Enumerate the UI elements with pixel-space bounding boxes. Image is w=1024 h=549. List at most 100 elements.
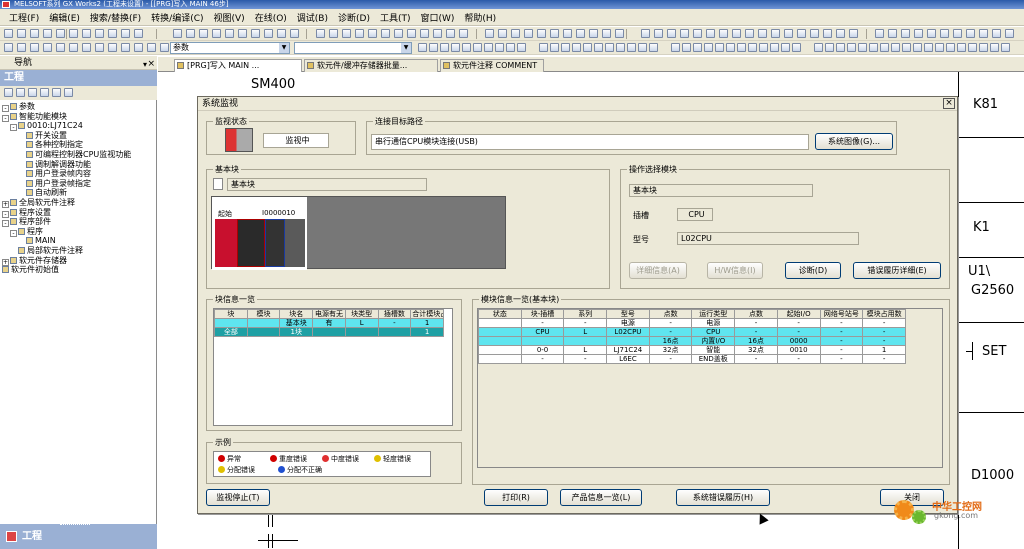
toolbar-button-icon[interactable] [858, 43, 867, 52]
toolbar-button-icon[interactable] [485, 29, 494, 38]
hw-info-button[interactable]: H/W信息(I) [707, 262, 763, 279]
toolbar-button-icon[interactable] [108, 29, 117, 38]
diagnostics-button[interactable]: 诊断(D) [785, 262, 841, 279]
toolbar-button-icon[interactable] [1001, 43, 1010, 52]
splitter-grip[interactable] [60, 524, 90, 527]
toolbar-button-icon[interactable] [473, 43, 482, 52]
menu-item[interactable]: 视图(V) [209, 11, 250, 24]
column-header[interactable]: 系列 [563, 309, 608, 319]
toolbar-button-icon[interactable] [342, 29, 351, 38]
nav-tool-icon[interactable] [40, 88, 49, 97]
column-header[interactable]: 插槽数 [377, 309, 412, 319]
table-row[interactable]: - - 电源 - 电源 - - - - [478, 318, 906, 328]
toolbar-button-icon[interactable] [30, 43, 39, 52]
toolbar-button-icon[interactable] [121, 43, 130, 52]
column-header[interactable]: 点数 [734, 309, 778, 319]
toolbar-button-icon[interactable] [56, 29, 65, 38]
toolbar-button-icon[interactable] [539, 43, 548, 52]
toolbar-button-icon[interactable] [758, 29, 767, 38]
toolbar-button-icon[interactable] [563, 29, 572, 38]
expand-toggle-icon[interactable]: - [10, 124, 17, 132]
toolbar-button-icon[interactable] [484, 43, 493, 52]
tree-item[interactable]: - 程序设置 [2, 208, 51, 218]
menu-item[interactable]: 工程(F) [4, 11, 44, 24]
toolbar-button-icon[interactable] [420, 29, 429, 38]
column-header[interactable]: 点数 [648, 309, 693, 319]
column-header[interactable]: 网络号站号 [819, 309, 864, 319]
toolbar-button-icon[interactable] [264, 29, 273, 38]
toolbar-button-icon[interactable] [781, 43, 790, 52]
tree-item[interactable]: 开关设置 [26, 131, 67, 140]
toolbar-button-icon[interactable] [888, 29, 897, 38]
toolbar-button-icon[interactable] [682, 43, 691, 52]
toolbar-button-icon[interactable] [316, 29, 325, 38]
toolbar-button-icon[interactable] [693, 29, 702, 38]
toolbar-button-icon[interactable] [498, 29, 507, 38]
toolbar-button-icon[interactable] [615, 29, 624, 38]
toolbar-button-icon[interactable] [627, 43, 636, 52]
menu-item[interactable]: 在线(O) [250, 11, 292, 24]
toolbar-button-icon[interactable] [290, 29, 299, 38]
tree-item[interactable]: MAIN [26, 236, 56, 245]
toolbar-button-icon[interactable] [814, 43, 823, 52]
table-row[interactable]: CPU L L02CPU - CPU - - - - [478, 327, 906, 337]
detail-info-button[interactable]: 详细信息(A) [629, 262, 687, 279]
nav-tool-icon[interactable] [4, 88, 13, 97]
toolbar-button-icon[interactable] [583, 43, 592, 52]
toolbar-button-icon[interactable] [43, 29, 52, 38]
toolbar-button-icon[interactable] [966, 29, 975, 38]
toolbar-button-icon[interactable] [517, 43, 526, 52]
tree-item[interactable]: 各种控制指定 [26, 140, 83, 149]
toolbar-button-icon[interactable] [69, 29, 78, 38]
toolbar-button-icon[interactable] [940, 29, 949, 38]
toolbar-button-icon[interactable] [771, 29, 780, 38]
nav-section-header[interactable]: 工程 [0, 70, 157, 86]
base-image[interactable]: 起始 I0000010 [211, 196, 506, 270]
toolbar-button-icon[interactable] [992, 29, 1001, 38]
menu-item[interactable]: 搜索/替换(F) [85, 11, 146, 24]
toolbar-button-icon[interactable] [446, 29, 455, 38]
system-image-button[interactable]: 系统图像(G)... [815, 133, 893, 150]
toolbar-button-icon[interactable] [506, 43, 515, 52]
close-icon[interactable]: × [147, 57, 155, 71]
toolbar-button-icon[interactable] [82, 29, 91, 38]
toolbar-button-icon[interactable] [748, 43, 757, 52]
toolbar-button-icon[interactable] [649, 43, 658, 52]
toolbar-button-icon[interactable] [495, 43, 504, 52]
toolbar-button-icon[interactable] [605, 43, 614, 52]
toolbar-button-icon[interactable] [95, 29, 104, 38]
column-header[interactable]: 块 [214, 309, 248, 319]
toolbar-button-icon[interactable] [927, 29, 936, 38]
tree-item[interactable]: - 参数 [2, 102, 35, 112]
toolbar-button-icon[interactable] [550, 43, 559, 52]
toolbar-button-icon[interactable] [638, 43, 647, 52]
toolbar-button-icon[interactable] [537, 29, 546, 38]
toolbar-button-icon[interactable] [953, 29, 962, 38]
table-row[interactable]: 全部 1块 1 [214, 327, 444, 337]
toolbar-button-icon[interactable] [329, 29, 338, 38]
table-row[interactable]: 基本块有 L -1 [214, 318, 444, 328]
toolbar-button-icon[interactable] [251, 29, 260, 38]
tree-item[interactable]: 可编程控制器CPU监视功能 [26, 150, 131, 159]
toolbar-button-icon[interactable] [440, 43, 449, 52]
tree-item[interactable]: - 程序部件 [2, 217, 51, 228]
toolbar-button-icon[interactable] [902, 43, 911, 52]
toolbar-button-icon[interactable] [715, 43, 724, 52]
toolbar-button-icon[interactable] [572, 43, 581, 52]
toolbar-button-icon[interactable] [990, 43, 999, 52]
toolbar-button-icon[interactable] [394, 29, 403, 38]
toolbar-button-icon[interactable] [451, 43, 460, 52]
product-info-button[interactable]: 产品信息一览(L) [560, 489, 642, 506]
toolbar-button-icon[interactable] [836, 43, 845, 52]
toolbar-button-icon[interactable] [173, 29, 182, 38]
tree-item[interactable]: 软元件初始值 [2, 265, 59, 274]
menu-item[interactable]: 工具(T) [375, 11, 416, 24]
toolbar-button-icon[interactable] [914, 29, 923, 38]
toolbar-combo-2[interactable]: ▼ [294, 42, 412, 54]
toolbar-button-icon[interactable] [43, 43, 52, 52]
toolbar-button-icon[interactable] [160, 43, 169, 52]
column-header[interactable]: 运行类型 [691, 309, 736, 319]
toolbar-button-icon[interactable] [946, 43, 955, 52]
tree-item[interactable]: 用户登录帧内容 [26, 169, 91, 178]
expand-toggle-icon[interactable]: - [10, 229, 17, 237]
